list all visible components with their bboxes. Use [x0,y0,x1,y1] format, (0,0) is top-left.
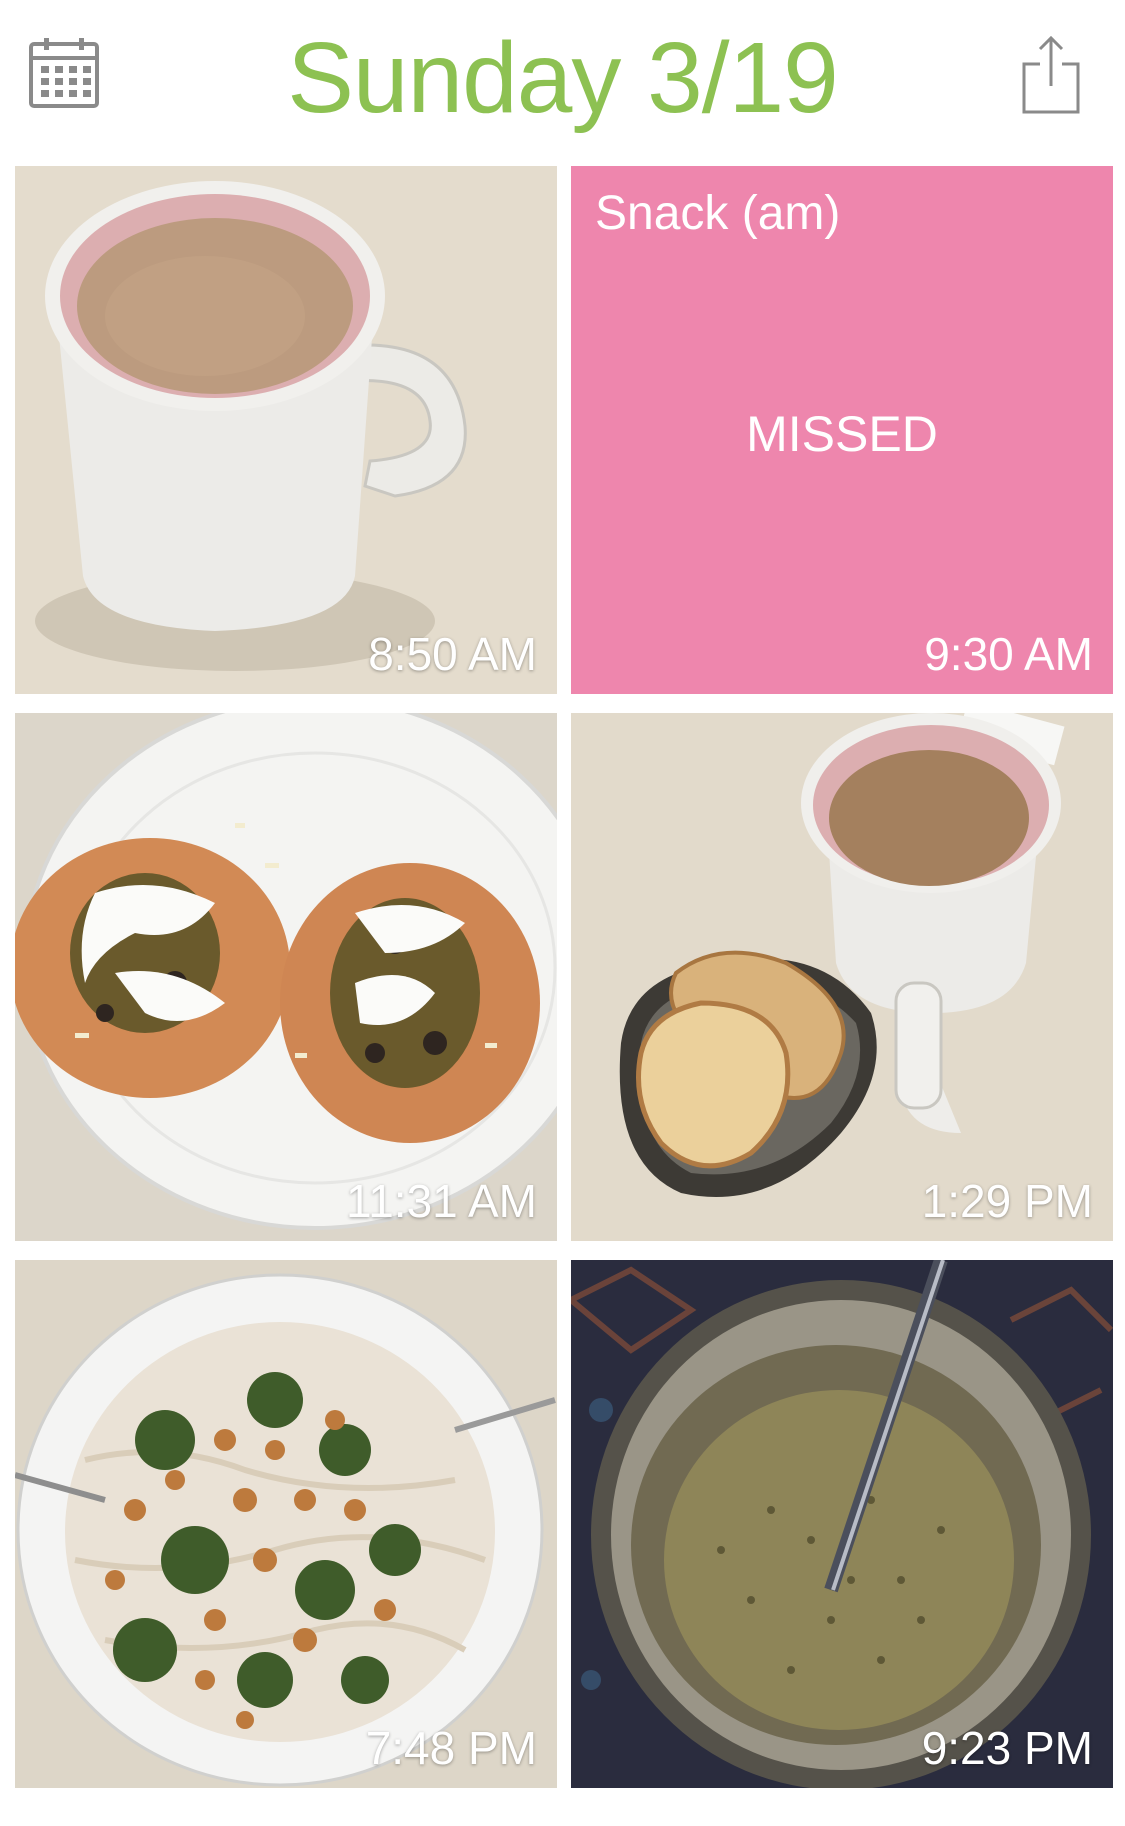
share-icon[interactable] [1020,34,1082,114]
noodles-chickpeas-broccoli-photo [15,1260,557,1788]
tacos-on-plate-photo [15,713,557,1241]
chia-pudding-jar-photo [571,1260,1113,1788]
meal-label: Snack (am) [595,187,841,240]
missed-status: MISSED [746,406,938,462]
meal-tile-6[interactable]: 9:23 PM [571,1260,1113,1788]
meal-tile-1[interactable]: 8:50 AM [15,166,557,694]
entry-time: 9:30 AM [924,628,1093,680]
mug-of-coffee-photo [15,166,557,694]
meal-tile-4[interactable]: 1:29 PM [571,713,1113,1241]
page-title: Sunday 3/19 [287,22,839,134]
meal-tile-3[interactable]: 11:31 AM [15,713,557,1241]
entry-time: 1:29 PM [921,1175,1093,1227]
entry-time: 11:31 AM [346,1175,537,1227]
coffee-and-toast-photo [571,713,1113,1241]
meal-tile-5[interactable]: 7:48 PM [15,1260,557,1788]
entry-time: 7:48 PM [365,1722,537,1774]
entry-time: 8:50 AM [368,628,537,680]
entry-time: 9:23 PM [921,1722,1093,1774]
header-bar: Sunday 3/19 [0,0,1125,165]
missed-snack-tile[interactable]: Snack (am) MISSED 9:30 AM [571,166,1113,694]
